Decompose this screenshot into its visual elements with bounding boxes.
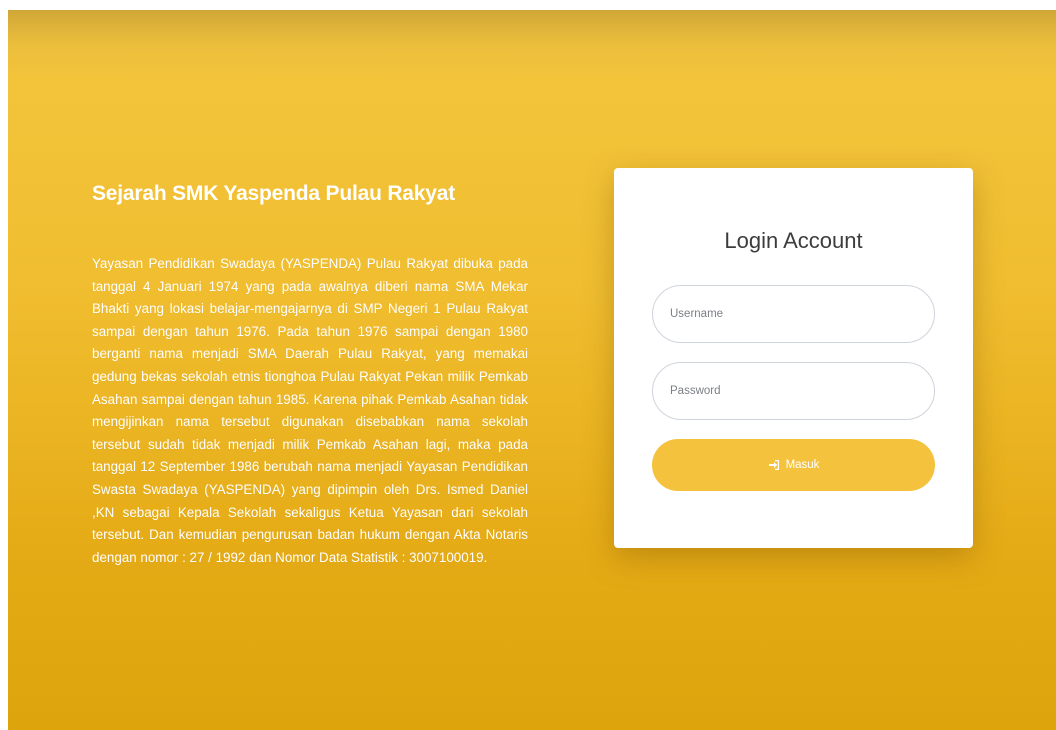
login-button[interactable]: Masuk (652, 439, 935, 491)
password-input[interactable] (652, 362, 935, 420)
sign-in-icon (768, 459, 780, 471)
username-input[interactable] (652, 285, 935, 343)
history-title: Sejarah SMK Yaspenda Pulau Rakyat (92, 182, 456, 205)
login-button-label: Masuk (785, 459, 820, 471)
history-text: Yayasan Pendidikan Swadaya (YASPENDA) Pu… (92, 256, 528, 565)
history-section: Sejarah SMK Yaspenda Pulau Rakyat Yayasa… (92, 180, 528, 569)
login-title: Login Account (724, 228, 863, 253)
login-card: Login Account Masuk (614, 168, 973, 548)
